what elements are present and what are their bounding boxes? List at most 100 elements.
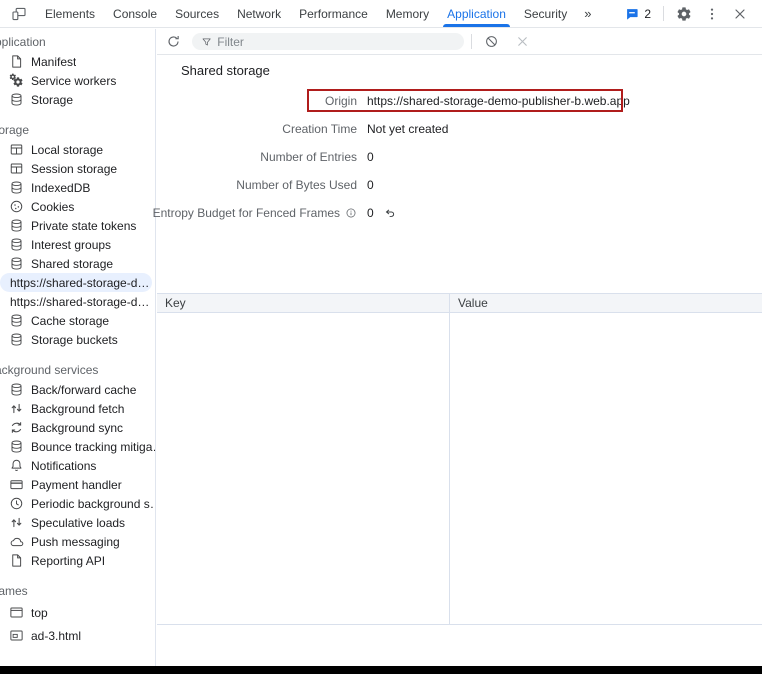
- sidebar-item-label: Session storage: [31, 162, 117, 176]
- tab-strip: ElementsConsoleSourcesNetworkPerformance…: [36, 0, 576, 27]
- database-icon: [8, 332, 24, 348]
- metadata-row-number-of-bytes-used: Number of Bytes Used 0: [157, 171, 762, 199]
- table-body: [157, 313, 762, 624]
- sidebar-item-label: ad-3.html: [31, 629, 81, 643]
- tab-performance[interactable]: Performance: [290, 0, 377, 27]
- filter-box[interactable]: [192, 33, 464, 50]
- metadata-row-origin: Origin https://shared-storage-demo-publi…: [157, 87, 762, 115]
- sidebar-item-private-state-tokens[interactable]: Private state tokens: [0, 216, 155, 235]
- sidebar-item-https-shared-storage-d[interactable]: https://shared-storage-d…: [0, 273, 152, 292]
- column-header-key[interactable]: Key: [157, 294, 449, 312]
- sidebar-item-periodic-background-s[interactable]: Periodic background s…: [0, 494, 155, 513]
- sidebar-item-label: Background sync: [31, 421, 123, 435]
- database-icon: [8, 92, 24, 108]
- tab-application[interactable]: Application: [438, 0, 515, 27]
- devtools-window: ElementsConsoleSourcesNetworkPerformance…: [0, 0, 762, 674]
- column-header-value[interactable]: Value: [449, 294, 762, 312]
- tab-memory[interactable]: Memory: [377, 0, 438, 27]
- issues-badge[interactable]: 2: [625, 7, 651, 21]
- sidebar-item-push-messaging[interactable]: Push messaging: [0, 532, 155, 551]
- sidebar-item-label: Cache storage: [31, 314, 109, 328]
- sidebar-item-label: Notifications: [31, 459, 96, 473]
- sidebar-item-speculative-loads[interactable]: Speculative loads: [0, 513, 155, 532]
- sidebar-item-cookies[interactable]: Cookies: [0, 197, 155, 216]
- meta-value-number-of-bytes-used: 0: [367, 178, 762, 192]
- sidebar-item-reporting-api[interactable]: Reporting API: [0, 551, 155, 570]
- sidebar-item-label: Reporting API: [31, 554, 105, 568]
- sidebar-item-service-workers[interactable]: Service workers: [0, 71, 155, 90]
- sidebar-item-https-shared-storage-d-2[interactable]: https://shared-storage-d…: [0, 292, 155, 311]
- sidebar-item-label: Payment handler: [31, 478, 122, 492]
- tab-elements[interactable]: Elements: [36, 0, 104, 27]
- database-icon: [8, 439, 24, 455]
- page-title: Shared storage: [181, 63, 762, 78]
- sidebar-item-indexeddb[interactable]: IndexedDB: [0, 178, 155, 197]
- meta-value-entropy-budget: 0: [367, 206, 762, 220]
- sidebar-section-background-services: Background servicesBack/forward cacheBac…: [0, 361, 155, 570]
- sidebar-item-interest-groups[interactable]: Interest groups: [0, 235, 155, 254]
- tab-security[interactable]: Security: [515, 0, 576, 27]
- sidebar-item-top[interactable]: top: [0, 601, 155, 624]
- metadata-view: Origin https://shared-storage-demo-publi…: [157, 87, 762, 227]
- tab-sources[interactable]: Sources: [166, 0, 228, 27]
- sidebar-item-ad-3-html[interactable]: ad-3.html: [0, 624, 155, 647]
- service-worker-icon: [8, 73, 24, 89]
- close-devtools-button[interactable]: [732, 6, 748, 22]
- sidebar-item-label: Speculative loads: [31, 516, 125, 530]
- document-icon: [8, 54, 24, 70]
- sidebar-item-cache-storage[interactable]: Cache storage: [0, 311, 155, 330]
- meta-value-text: 0: [367, 206, 374, 220]
- database-icon: [8, 180, 24, 196]
- gear-icon: [676, 6, 692, 22]
- table-icon: [8, 161, 24, 177]
- iframe-icon: [8, 628, 24, 644]
- sidebar-item-storage[interactable]: Storage: [0, 90, 155, 109]
- column-divider[interactable]: [449, 313, 450, 624]
- sidebar-section-title: Application: [0, 33, 155, 52]
- sidebar-item-local-storage[interactable]: Local storage: [0, 140, 155, 159]
- more-tabs-button[interactable]: »: [576, 0, 599, 27]
- metadata-row-creation-time: Creation Time Not yet created: [157, 115, 762, 143]
- up-down-arrows-icon: [8, 401, 24, 417]
- sidebar-item-shared-storage[interactable]: Shared storage: [0, 254, 155, 273]
- sidebar-item-session-storage[interactable]: Session storage: [0, 159, 155, 178]
- sidebar-item-label: Storage: [31, 93, 73, 107]
- sidebar-item-notifications[interactable]: Notifications: [0, 456, 155, 475]
- meta-value-number-of-entries: 0: [367, 150, 762, 164]
- table-header-row: Key Value: [157, 294, 762, 313]
- sidebar-item-background-sync[interactable]: Background sync: [0, 418, 155, 437]
- sidebar-item-storage-buckets[interactable]: Storage buckets: [0, 330, 155, 349]
- filter-input[interactable]: [217, 35, 455, 49]
- payment-card-icon: [8, 477, 24, 493]
- meta-label-origin: Origin: [157, 94, 357, 108]
- issues-bubble-icon: [625, 7, 639, 21]
- sidebar-item-label: Background fetch: [31, 402, 124, 416]
- shared-storage-items-table: Key Value: [157, 293, 762, 625]
- storage-items-toolbar: [157, 29, 762, 55]
- bell-icon: [8, 458, 24, 474]
- meta-label-creation-time: Creation Time: [157, 122, 357, 136]
- tab-console[interactable]: Console: [104, 0, 166, 27]
- refresh-button[interactable]: [161, 30, 185, 54]
- sidebar-item-background-fetch[interactable]: Background fetch: [0, 399, 155, 418]
- sidebar-item-manifest[interactable]: Manifest: [0, 52, 155, 71]
- delete-x-icon: [515, 34, 530, 49]
- clear-all-button[interactable]: [479, 30, 503, 54]
- main-menu-button[interactable]: [704, 6, 720, 22]
- clear-circle-slash-icon: [484, 34, 499, 49]
- sidebar-item-back-forward-cache[interactable]: Back/forward cache: [0, 380, 155, 399]
- tab-network[interactable]: Network: [228, 0, 290, 27]
- sidebar-item-payment-handler[interactable]: Payment handler: [0, 475, 155, 494]
- toggle-device-toolbar-button[interactable]: [5, 0, 33, 27]
- sidebar-item-label: https://shared-storage-d…: [10, 295, 149, 309]
- settings-button[interactable]: [676, 6, 692, 22]
- info-icon[interactable]: [345, 207, 357, 219]
- sidebar-item-label: top: [31, 606, 48, 620]
- meta-label-entropy-budget: Entropy Budget for Fenced Frames: [157, 206, 357, 220]
- table-icon: [8, 142, 24, 158]
- window-bottom-edge: [0, 666, 762, 674]
- database-icon: [8, 256, 24, 272]
- reset-budget-button[interactable]: [383, 206, 397, 220]
- delete-selected-button[interactable]: [510, 30, 534, 54]
- sidebar-item-bounce-tracking-mitiga[interactable]: Bounce tracking mitiga…: [0, 437, 155, 456]
